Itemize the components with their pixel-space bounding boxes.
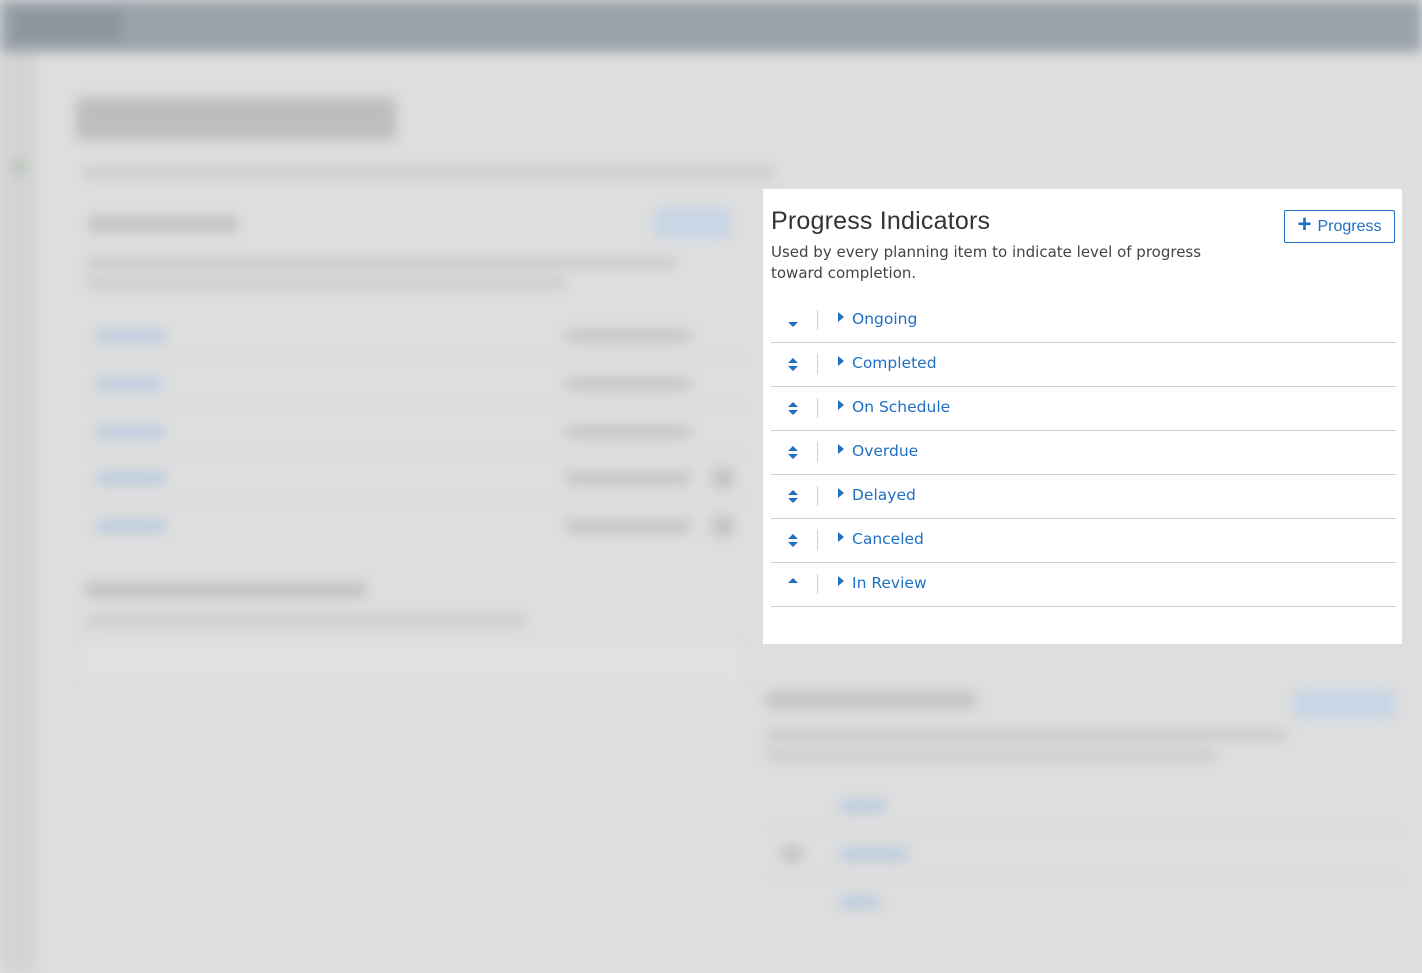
sort-icon[interactable] — [786, 531, 800, 551]
background-topbar — [0, 0, 1422, 52]
indicator-label[interactable]: On Schedule — [852, 398, 950, 416]
indicator-row: On Schedule — [771, 387, 1396, 431]
indicator-row: Ongoing — [771, 299, 1396, 343]
indicator-label[interactable]: Canceled — [852, 530, 924, 548]
indicator-row: Overdue — [771, 431, 1396, 475]
row-divider — [817, 442, 818, 462]
sort-down-icon[interactable] — [786, 311, 800, 331]
caret-right-icon[interactable] — [837, 443, 845, 455]
caret-right-icon[interactable] — [837, 311, 845, 323]
row-divider — [817, 398, 818, 418]
sort-icon[interactable] — [786, 443, 800, 463]
indicator-row: In Review — [771, 563, 1396, 607]
indicator-label[interactable]: Overdue — [852, 442, 918, 460]
caret-right-icon[interactable] — [837, 487, 845, 499]
add-progress-button[interactable]: + Progress — [1284, 210, 1395, 243]
indicator-list: Ongoing Completed On Schedule Overdue De… — [771, 299, 1396, 607]
row-divider — [817, 574, 818, 594]
row-divider — [817, 486, 818, 506]
caret-right-icon[interactable] — [837, 575, 845, 587]
row-divider — [817, 310, 818, 330]
background-sidebar — [0, 52, 36, 973]
progress-indicators-panel: Progress Indicators Used by every planni… — [763, 189, 1402, 644]
indicator-row: Delayed — [771, 475, 1396, 519]
add-progress-button-label: Progress — [1317, 217, 1382, 235]
panel-title: Progress Indicators — [771, 207, 991, 235]
sort-up-icon[interactable] — [786, 575, 800, 595]
row-divider — [817, 354, 818, 374]
sort-icon[interactable] — [786, 487, 800, 507]
indicator-label[interactable]: Delayed — [852, 486, 916, 504]
indicator-label[interactable]: Ongoing — [852, 310, 917, 328]
sort-icon[interactable] — [786, 355, 800, 375]
indicator-row: Completed — [771, 343, 1396, 387]
indicator-row: Canceled — [771, 519, 1396, 563]
caret-right-icon[interactable] — [837, 399, 845, 411]
indicator-label[interactable]: In Review — [852, 574, 927, 592]
indicator-label[interactable]: Completed — [852, 354, 937, 372]
row-divider — [817, 530, 818, 550]
plus-icon: + — [1297, 211, 1312, 238]
sort-icon[interactable] — [786, 399, 800, 419]
background-page-title — [76, 98, 396, 140]
caret-right-icon[interactable] — [837, 355, 845, 367]
panel-description: Used by every planning item to indicate … — [771, 243, 1202, 282]
caret-right-icon[interactable] — [837, 531, 845, 543]
